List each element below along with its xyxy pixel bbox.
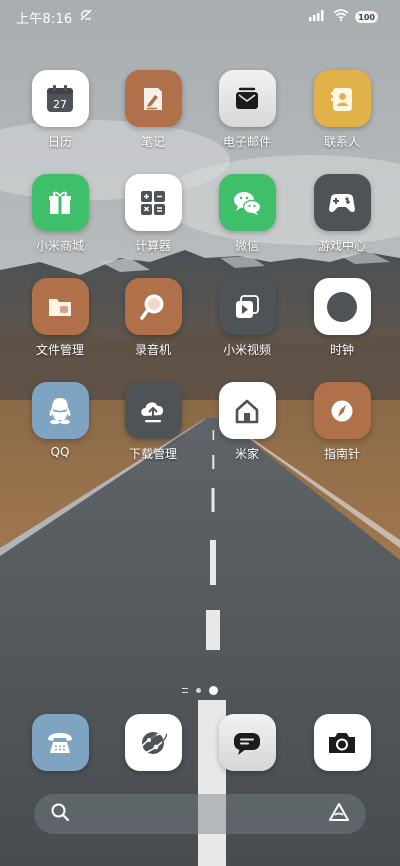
app-game-center[interactable]: 游戏中心 bbox=[295, 174, 389, 274]
wifi-icon bbox=[333, 9, 349, 25]
app-label: QQ bbox=[50, 445, 70, 459]
notes-icon[interactable] bbox=[124, 70, 182, 127]
app-label: 录音机 bbox=[134, 343, 171, 357]
clock-icon[interactable] bbox=[313, 278, 371, 335]
app-label: 电子邮件 bbox=[222, 135, 271, 149]
home-icon[interactable] bbox=[218, 382, 276, 439]
recorder-icon[interactable] bbox=[124, 278, 182, 335]
app-label: 联系人 bbox=[323, 135, 360, 149]
app-notes[interactable]: 笔记 bbox=[106, 70, 200, 170]
app-label: 小米视频 bbox=[222, 343, 271, 357]
app-wechat[interactable]: 微信 bbox=[200, 174, 294, 274]
app-qq[interactable]: QQ bbox=[13, 382, 107, 482]
app-label: 微信 bbox=[234, 239, 259, 253]
app-label: 日历 bbox=[47, 135, 72, 149]
video-icon[interactable] bbox=[218, 278, 276, 335]
status-right: 100 bbox=[309, 9, 378, 25]
app-mi-store[interactable]: 小米商城 bbox=[13, 174, 107, 274]
gift-icon[interactable] bbox=[31, 174, 89, 231]
app-grid: 27 日历 笔记 电子邮件 联系人 小米商城 计算器 微信 游戏中心 文件管理 … bbox=[0, 0, 400, 560]
page-indicator[interactable] bbox=[0, 683, 400, 697]
message-icon[interactable] bbox=[218, 714, 276, 771]
svg-text:27: 27 bbox=[53, 98, 67, 111]
signal-icon bbox=[309, 9, 327, 25]
search-bar[interactable] bbox=[34, 794, 366, 834]
app-label: 计算器 bbox=[134, 239, 171, 253]
app-email[interactable]: 电子邮件 bbox=[200, 70, 294, 170]
app-label: 下载管理 bbox=[128, 447, 177, 461]
page-dot[interactable] bbox=[196, 687, 201, 693]
app-label: 小米商城 bbox=[35, 239, 84, 253]
calculator-icon[interactable] bbox=[124, 174, 182, 231]
contacts-icon[interactable] bbox=[313, 70, 371, 127]
app-recorder[interactable]: 录音机 bbox=[106, 278, 200, 378]
email-icon[interactable] bbox=[218, 70, 276, 127]
calendar-icon[interactable]: 27 bbox=[31, 70, 89, 127]
browser-icon[interactable] bbox=[124, 714, 182, 771]
compass-icon[interactable] bbox=[313, 382, 371, 439]
app-label: 文件管理 bbox=[35, 343, 84, 357]
app-mi-video[interactable]: 小米视频 bbox=[200, 278, 294, 378]
qq-icon[interactable] bbox=[31, 382, 89, 439]
app-clock[interactable]: 时钟 bbox=[295, 278, 389, 378]
dock bbox=[0, 714, 400, 774]
status-time: 上午8:16 bbox=[16, 11, 73, 27]
app-compass[interactable]: 指南针 bbox=[295, 382, 389, 482]
do-not-disturb-icon bbox=[78, 8, 94, 26]
page-dot-active[interactable] bbox=[209, 685, 218, 695]
app-mi-home[interactable]: 米家 bbox=[200, 382, 294, 482]
assistant-icon[interactable] bbox=[328, 802, 350, 826]
download-icon[interactable] bbox=[124, 382, 182, 439]
status-bar: 上午8:16 100 bbox=[0, 0, 400, 34]
status-left: 上午8:16 bbox=[16, 8, 94, 27]
battery-indicator: 100 bbox=[355, 11, 378, 23]
page-indicator-lines bbox=[182, 687, 188, 693]
app-download-manager[interactable]: 下载管理 bbox=[106, 382, 200, 482]
wechat-icon[interactable] bbox=[218, 174, 276, 231]
app-calculator[interactable]: 计算器 bbox=[106, 174, 200, 274]
app-label: 米家 bbox=[234, 447, 259, 461]
app-label: 游戏中心 bbox=[317, 239, 366, 253]
gamepad-icon[interactable] bbox=[313, 174, 371, 231]
app-calendar[interactable]: 27 日历 bbox=[13, 70, 107, 170]
phone-icon[interactable] bbox=[31, 714, 89, 771]
folder-icon[interactable] bbox=[31, 278, 89, 335]
app-contacts[interactable]: 联系人 bbox=[295, 70, 389, 170]
camera-icon[interactable] bbox=[313, 714, 371, 771]
app-label: 笔记 bbox=[140, 135, 165, 149]
app-label: 时钟 bbox=[329, 343, 354, 357]
app-label: 指南针 bbox=[323, 447, 360, 461]
app-file-manager[interactable]: 文件管理 bbox=[13, 278, 107, 378]
search-icon[interactable] bbox=[50, 802, 70, 826]
